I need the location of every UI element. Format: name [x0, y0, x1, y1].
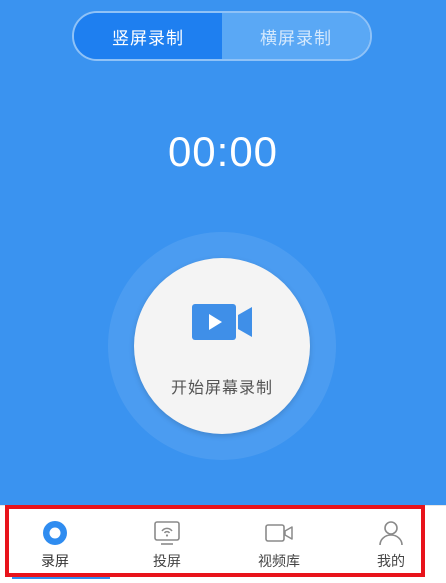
recording-timer: 00:00	[167, 128, 279, 175]
tab-video-library[interactable]: 视频库	[229, 506, 329, 583]
active-tab-indicator	[12, 576, 110, 579]
portrait-record-tab[interactable]: 竖屏录制	[74, 13, 222, 59]
cast-icon	[152, 520, 182, 546]
tab-record-label: 录屏	[41, 554, 69, 570]
start-recording-button[interactable]: 开始屏幕录制	[134, 258, 310, 434]
tab-profile-label: 我的	[377, 554, 405, 570]
landscape-record-tab[interactable]: 横屏录制	[222, 13, 370, 59]
video-library-icon	[264, 520, 294, 546]
tab-cast-label: 投屏	[153, 554, 181, 570]
tab-record[interactable]: 录屏	[5, 506, 105, 583]
video-camera-icon	[192, 304, 252, 340]
tab-cast[interactable]: 投屏	[117, 506, 217, 583]
user-icon	[376, 520, 406, 546]
tab-video-library-label: 视频库	[258, 554, 300, 570]
tab-profile[interactable]: 我的	[341, 506, 441, 583]
recorder-panel: 竖屏录制 横屏录制 00:00 开始屏幕录制	[0, 0, 446, 505]
orientation-toggle: 竖屏录制 横屏录制	[72, 11, 372, 61]
record-icon	[40, 520, 70, 546]
bottom-tab-bar: 录屏 投屏 视频库 我的	[0, 505, 446, 583]
start-recording-label: 开始屏幕录制	[170, 378, 273, 397]
